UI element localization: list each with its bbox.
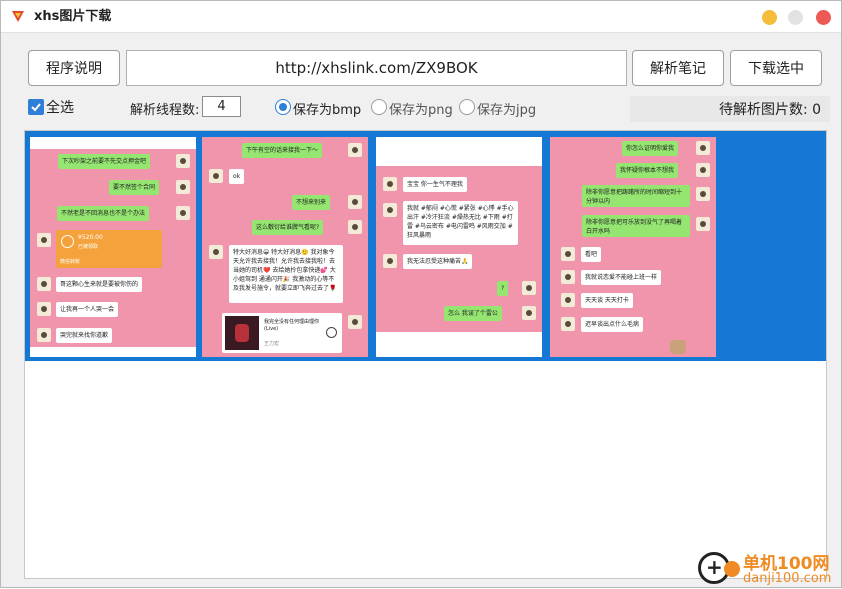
threads-input[interactable]: 4: [202, 96, 241, 117]
avatar: [37, 233, 51, 247]
transfer-icon: [61, 235, 74, 248]
avatar: [37, 277, 51, 291]
chat-bubble: ?: [497, 281, 509, 296]
avatar: [383, 177, 397, 191]
avatar: [209, 245, 223, 259]
chat-bubble: 要不然签个合同: [109, 180, 160, 195]
music-title: 我完全没有任何理由理你 (Live): [264, 319, 320, 332]
avatar: [383, 203, 397, 217]
chat-bubble: 我就 #郁闷 #心慌 #紧张 #心悸 #手心出汗 #冷汗狂流 #燥热无比 #下雨…: [403, 201, 518, 245]
avatar: [383, 254, 397, 268]
avatar: [696, 141, 710, 155]
chat-bubble: 迟早谈出点什么毛病: [581, 317, 644, 332]
avatar: [561, 317, 575, 331]
chat-bubble: 哥这颗心生来就是要被你伤的: [56, 277, 143, 292]
chat-bubble: 我怀疑你根本不想我: [616, 163, 679, 178]
thumbnail-image[interactable]: 宝宝 你一生气不理我 我就 #郁闷 #心慌 #紧张 #心悸 #手心出汗 #冷汗狂…: [376, 137, 542, 357]
minimize-button[interactable]: [762, 10, 777, 25]
close-button[interactable]: [816, 10, 831, 25]
threads-label: 解析线程数:: [130, 103, 200, 118]
chat-bubble: 天天谈 天天打卡: [581, 293, 633, 308]
parse-note-button[interactable]: 解析笔记: [632, 50, 724, 86]
site-watermark: + 单机100网 danji100.com: [694, 549, 842, 589]
avatar: [37, 328, 51, 342]
avatar: [37, 302, 51, 316]
chat-bubble: 看吧: [581, 247, 602, 262]
app-logo-icon: [12, 11, 24, 22]
format-png-label[interactable]: 保存为png: [389, 99, 453, 118]
avatar: [348, 315, 362, 329]
chat-bubble: 我就说恋爱不能碰上班一样: [581, 270, 662, 285]
avatar: [176, 206, 190, 220]
avatar: [522, 306, 536, 320]
format-jpg-radio[interactable]: [459, 99, 475, 115]
avatar: [348, 143, 362, 157]
avatar: [348, 195, 362, 209]
chat-bubble: ok: [229, 169, 245, 184]
chat-bubble: 不想来别来: [292, 195, 331, 210]
download-selected-button[interactable]: 下载选中: [730, 50, 822, 86]
avatar: [696, 187, 710, 201]
chat-bubble: 你怎么证明你爱我: [622, 141, 679, 156]
chat-bubble: 特大好消息😀 特大好消息🙂 我对象今天允许我去接我！允许我去接我啦！去当她的司机…: [229, 245, 343, 303]
thumbnail-image[interactable]: 下次吵架之前要不先交点押金吧 要不然签个合同 不然老是不回消息也不是个办法 ¥5…: [30, 137, 196, 357]
transfer-status: 已被领取: [78, 244, 99, 250]
format-png-radio[interactable]: [371, 99, 387, 115]
image-gallery[interactable]: 下次吵架之前要不先交点押金吧 要不然签个合同 不然老是不回消息也不是个办法 ¥5…: [24, 130, 827, 579]
title-bar[interactable]: xhs图片下载: [1, 1, 841, 33]
url-input[interactable]: http://xhslink.com/ZX9BOK: [126, 50, 627, 86]
select-all-checkbox[interactable]: [28, 99, 44, 115]
format-bmp-label[interactable]: 保存为bmp: [293, 99, 361, 118]
orange-dot-icon: [724, 561, 740, 577]
checkmark-icon: [31, 103, 41, 112]
music-artist: 王力宏: [264, 341, 280, 347]
app-window: xhs图片下载 程序说明 http://xhslink.com/ZX9BOK 解…: [0, 0, 842, 588]
watermark-brand-en: danji100.com: [743, 571, 832, 586]
avatar: [176, 180, 190, 194]
music-card: 我完全没有任何理由理你 (Live) 王力宏: [222, 313, 342, 353]
chat-bubble: 下次吵架之前要不先交点押金吧: [58, 154, 151, 169]
chat-bubble: 下午有空的话来接我一下～: [242, 143, 323, 158]
select-all-label[interactable]: 全选: [46, 97, 74, 117]
window-title: xhs图片下载: [34, 9, 112, 24]
avatar: [561, 247, 575, 261]
plus-icon: +: [706, 555, 723, 579]
chat-bubble: 我无法忍受这种痛苦🙏: [403, 254, 473, 269]
selected-thumbnail-row[interactable]: 下次吵架之前要不先交点押金吧 要不然签个合同 不然老是不回消息也不是个办法 ¥5…: [25, 131, 826, 361]
chat-bubble: 哭完就来找你道歉: [56, 328, 113, 343]
avatar: [696, 217, 710, 231]
chat-bubble: 宝宝 你一生气不理我: [403, 177, 467, 192]
avatar: [561, 293, 575, 307]
chat-bubble: 让我再一个人哭一会: [56, 302, 119, 317]
avatar: [696, 163, 710, 177]
pending-count-value: 0: [812, 102, 822, 118]
pending-count-text: 待解析图片数: 0: [719, 102, 822, 118]
transfer-card: ¥520.00 已被领取 微信转账: [56, 230, 162, 268]
format-bmp-radio[interactable]: [275, 99, 291, 115]
maximize-button[interactable]: [788, 10, 803, 25]
avatar: [561, 270, 575, 284]
chat-bubble: 不然老是不回消息也不是个办法: [57, 206, 150, 221]
chat-bubble: 除非你愿意把踌躇所的时间缩短到十分钟以内: [582, 185, 690, 207]
avatar: [209, 169, 223, 183]
transfer-footer: 微信转账: [60, 259, 81, 265]
transfer-amount: ¥520.00: [78, 234, 103, 241]
bear-sticker-icon: [670, 340, 686, 354]
chat-bubble: 除非你愿意把可乐放到没气了再喝着白开水吗: [582, 215, 690, 237]
album-cover-image: [225, 316, 259, 350]
chat-bubble: 这么敷衍给谁脾气看呢?: [252, 220, 324, 235]
program-info-button[interactable]: 程序说明: [28, 50, 120, 86]
avatar: [176, 154, 190, 168]
avatar: [522, 281, 536, 295]
thumbnail-image[interactable]: 下午有空的话来接我一下～ ok 不想来别来 这么敷衍给谁脾气看呢? 特大好消息😀…: [202, 137, 368, 357]
play-icon: [326, 327, 337, 338]
format-jpg-label[interactable]: 保存为jpg: [477, 99, 536, 118]
chat-bubble: 怎么 我误了个雷公: [444, 306, 502, 321]
thumbnail-image[interactable]: 你怎么证明你爱我 我怀疑你根本不想我 除非你愿意把踌躇所的时间缩短到十分钟以内 …: [550, 137, 716, 357]
avatar: [348, 220, 362, 234]
